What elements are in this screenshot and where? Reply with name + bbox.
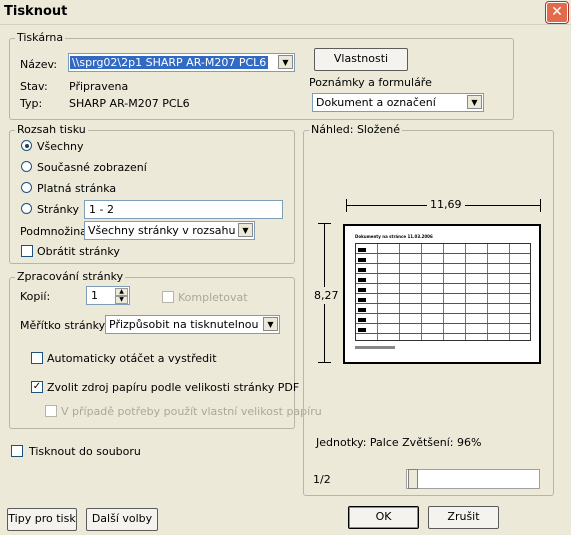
chevron-down-icon[interactable]: ▼ — [238, 223, 253, 237]
preview-label: Náhled: Složené — [309, 123, 402, 136]
width-dimension-tick-right — [540, 199, 541, 212]
more-options-button[interactable]: Další volby — [86, 508, 158, 531]
print-tips-button[interactable]: Tipy pro tisk — [7, 508, 77, 531]
radio-pages-label: Stránky — [37, 203, 80, 216]
radio-current-view-label: Současné zobrazení — [37, 161, 147, 174]
subset-value: Všechny stránky v rozsahu — [88, 224, 236, 237]
printer-name-label: Název: — [20, 58, 58, 71]
spinner-down-icon[interactable]: ▼ — [115, 296, 128, 304]
copies-value: 1 — [91, 289, 98, 302]
radio-pages[interactable] — [21, 203, 32, 214]
pages-input[interactable]: 1 - 2 — [84, 200, 283, 219]
close-button[interactable]: ✕ — [546, 2, 568, 23]
page-slider[interactable] — [406, 469, 540, 489]
thumbnail-marks — [358, 248, 366, 336]
ok-button[interactable]: OK — [348, 506, 419, 529]
units-zoom-text: Jednotky: Palce Zvětšení: 96% — [316, 436, 482, 449]
custom-paper-checkbox[interactable] — [45, 405, 57, 417]
page-scaling-label: Měřítko stránky: — [20, 319, 109, 332]
printer-name-value: \\sprg02\2p1 SHARP AR-M207 PCL6 — [70, 56, 269, 69]
print-to-file-checkbox[interactable] — [11, 445, 23, 457]
radio-all[interactable] — [21, 140, 32, 151]
page-thumbnail: Dokumenty na stránce 11.03.2006 — [343, 224, 541, 364]
printer-name-combo[interactable]: \\sprg02\2p1 SHARP AR-M207 PCL6 ▼ — [68, 53, 295, 72]
notes-forms-label: Poznámky a formuláře — [309, 76, 432, 89]
auto-rotate-checkbox[interactable] — [31, 352, 43, 364]
radio-current-page[interactable] — [21, 182, 32, 193]
radio-current-page-label: Platná stránka — [37, 182, 117, 195]
thumbnail-footer — [355, 346, 395, 349]
window-title: Tisknout — [4, 4, 68, 19]
cancel-button[interactable]: Zrušit — [428, 506, 499, 529]
width-dimension-tick-left — [346, 199, 347, 212]
page-scaling-combo[interactable]: Přizpůsobit na tisknutelnou ploch ▼ — [105, 315, 280, 334]
spinner-up-icon[interactable]: ▲ — [115, 288, 128, 296]
collate-checkbox[interactable] — [162, 291, 174, 303]
height-dimension-tick-top — [318, 223, 331, 224]
page-handling-label: Zpracování stránky — [15, 270, 126, 283]
custom-paper-label: V případě potřeby použít vlastní velikos… — [61, 405, 322, 418]
printer-status-label: Stav: — [20, 80, 48, 93]
reverse-pages-checkbox[interactable] — [21, 245, 33, 257]
radio-all-label: Všechny — [37, 140, 84, 153]
collate-label: Kompletovat — [178, 291, 248, 304]
chevron-down-icon[interactable]: ▼ — [263, 317, 278, 331]
notes-forms-value: Dokument a označení — [316, 96, 436, 109]
title-bar: Tisknout ✕ — [0, 0, 571, 25]
reverse-pages-label: Obrátit stránky — [37, 245, 120, 258]
subset-combo[interactable]: Všechny stránky v rozsahu ▼ — [84, 221, 255, 240]
paper-source-label: Zvolit zdroj papíru podle velikosti strá… — [47, 381, 300, 394]
thumbnail-table — [355, 243, 531, 341]
copies-label: Kopií: — [20, 290, 51, 303]
slider-thumb[interactable] — [408, 469, 418, 489]
notes-forms-combo[interactable]: Dokument a označení ▼ — [312, 93, 484, 112]
preview-width: 11,69 — [427, 198, 465, 211]
properties-button[interactable]: Vlastnosti — [314, 48, 408, 71]
printer-type-label: Typ: — [20, 97, 43, 110]
chevron-down-icon[interactable]: ▼ — [278, 55, 293, 69]
paper-source-checkbox[interactable]: ✓ — [31, 381, 43, 393]
printer-group-label: Tiskárna — [15, 31, 66, 44]
print-range-label: Rozsah tisku — [15, 123, 88, 136]
radio-current-view[interactable] — [21, 161, 32, 172]
page-indicator: 1/2 — [313, 473, 331, 486]
copies-input[interactable]: 1 ▲ ▼ — [86, 286, 130, 305]
height-dimension-tick-bottom — [318, 362, 331, 363]
printer-type-value: SHARP AR-M207 PCL6 — [69, 97, 190, 110]
pages-input-value: 1 - 2 — [89, 203, 114, 216]
print-to-file-label: Tisknout do souboru — [29, 445, 141, 458]
printer-status-value: Připravena — [69, 80, 129, 93]
thumbnail-title: Dokumenty na stránce 11.03.2006 — [355, 234, 433, 239]
preview-height: 8,27 — [314, 287, 339, 304]
page-scaling-value: Přizpůsobit na tisknutelnou ploch — [109, 318, 261, 331]
subset-label: Podmnožina: — [20, 225, 91, 238]
chevron-down-icon[interactable]: ▼ — [467, 95, 482, 109]
auto-rotate-label: Automaticky otáčet a vystředit — [47, 352, 217, 365]
